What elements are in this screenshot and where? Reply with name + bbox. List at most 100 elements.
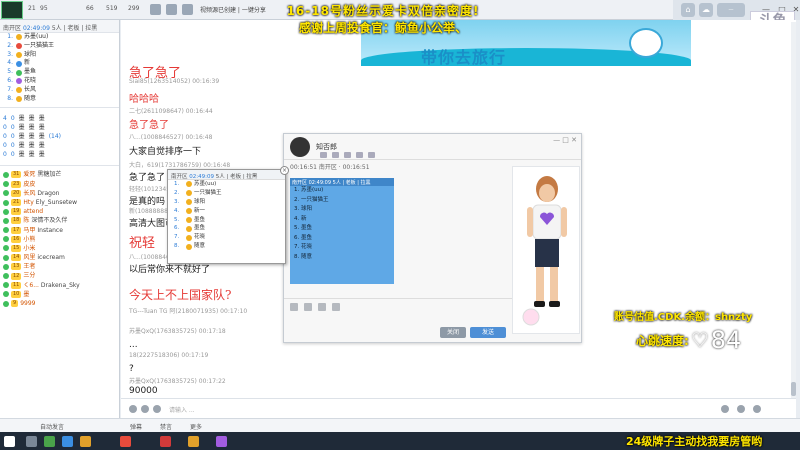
popup-close-icon[interactable]: × (280, 166, 289, 175)
scissors-icon[interactable] (304, 303, 312, 311)
app-icon-5[interactable] (160, 436, 171, 447)
chat-input[interactable]: 请输入 ... (169, 405, 195, 414)
app-icon-3[interactable] (80, 436, 91, 447)
emoji-icon[interactable] (141, 405, 149, 413)
user-row[interactable]: 15 小米 (0, 244, 119, 253)
grid-cell: 墨 (38, 142, 45, 150)
app-avatar[interactable] (290, 136, 310, 157)
heart-rate: 心跳速度: ♡ 84 (636, 326, 741, 354)
user-row[interactable]: 31 爱死 黑糖加芒 (0, 170, 119, 179)
streamer-avatar[interactable] (1, 1, 23, 19)
popup-row[interactable]: 8. 随意 (168, 242, 285, 251)
home-icon[interactable]: ⌂ (681, 3, 695, 17)
send-button[interactable]: 发送 (470, 327, 506, 338)
rank-row[interactable]: 5. 墨鱼 (0, 68, 119, 77)
user-row[interactable]: 23 皮皮 (0, 180, 119, 189)
user-level: 21 (11, 199, 22, 207)
user-row[interactable]: 10 墨 (0, 290, 119, 299)
rank-row[interactable]: 1. 苏墨(uu) (0, 33, 119, 42)
window-button[interactable]: — (717, 3, 745, 17)
rank-row[interactable]: 7. 长风 (0, 86, 119, 95)
close-button[interactable]: 关闭 (440, 327, 466, 338)
screen-icon[interactable] (344, 152, 351, 158)
popup-row[interactable]: 4. 新一 (168, 207, 285, 216)
chat-message: 急了急了 (129, 120, 169, 131)
shared-rank-row: 6. 墨鱼 (294, 234, 312, 241)
scroll-thumb[interactable] (791, 382, 796, 396)
app-icon-7[interactable] (216, 436, 227, 447)
popup-row[interactable]: 3. 球阳 (168, 198, 285, 207)
user-row[interactable]: 11 く6... Drakena_Sky (0, 281, 119, 290)
rank-row[interactable]: 3. 球阳 (0, 51, 119, 60)
popup-row[interactable]: 7. 花晓 (168, 233, 285, 242)
status-item-2[interactable]: 弹幕 (130, 422, 142, 431)
grid-cell: 墨 (28, 151, 35, 159)
chat-scrollbar[interactable] (791, 22, 796, 398)
app-icon-6[interactable] (188, 436, 199, 447)
app-root: 21 95 66 519 299 视频源已创建 | 一键分享 ⌂ ☁ — — □… (0, 0, 800, 450)
chat-meta: 八...(1008846527) 00:16:48 (129, 134, 213, 141)
search-icon[interactable] (26, 436, 37, 447)
popup-row[interactable]: 6. 墨鱼 (168, 224, 285, 233)
history-icon[interactable] (332, 303, 340, 311)
status-bar: 自动发言 弹幕 禁言 更多 (0, 418, 800, 432)
more-icon[interactable] (368, 152, 375, 158)
more-icon[interactable] (753, 405, 761, 413)
grid-cell: 墨 (28, 124, 35, 132)
popup-row[interactable]: 1. 苏墨(uu) (168, 180, 285, 189)
phone-icon[interactable] (320, 152, 327, 158)
share-icon[interactable] (166, 4, 177, 15)
user-row[interactable]: 13 王者 (0, 262, 119, 271)
app-icon-4[interactable] (120, 436, 131, 447)
popup-rank-number: 3. (174, 198, 180, 205)
chat-meta: 18(2227518306) 00:17:19 (129, 352, 209, 359)
folder-icon[interactable] (318, 303, 326, 311)
settings-icon[interactable] (150, 4, 161, 15)
app-window-controls[interactable]: — □ ✕ (553, 136, 577, 144)
user-row[interactable]: 20 长风 Dragon (0, 189, 119, 198)
popup-row[interactable]: 2. 一只猫猫王 (168, 189, 285, 198)
app-icon-2[interactable] (62, 436, 73, 447)
popup-row[interactable]: 5. 墨鱼 (168, 216, 285, 225)
user-badge-icon (3, 273, 9, 280)
rank-row[interactable]: 6. 花晓 (0, 77, 119, 86)
status-item-3[interactable]: 禁言 (160, 422, 172, 431)
app-icon-1[interactable] (44, 436, 55, 447)
user-row[interactable]: 12 三分 (0, 271, 119, 280)
user-row[interactable]: 19 attend (0, 207, 119, 216)
rank-row[interactable]: 2. 一只猫猫王 (0, 42, 119, 51)
rank-number: 7. (7, 85, 13, 93)
grid-cell: 墨 (28, 133, 35, 141)
rank-row[interactable]: 4. 新 (0, 59, 119, 68)
user-row[interactable]: 9 9999 (0, 299, 119, 308)
rank-name: 花晓 (24, 76, 37, 84)
cloud-icon[interactable]: ☁ (699, 3, 713, 17)
user-name: 墨 (23, 290, 30, 298)
image-icon[interactable] (737, 405, 745, 413)
stat-1: 21 (28, 5, 36, 12)
user-row[interactable]: 21 Hty Ely_Sunsetew (0, 198, 119, 207)
user-badge-icon (3, 291, 9, 298)
emoji-icon[interactable] (290, 303, 298, 311)
user-row[interactable]: 17 马甲 Instance (0, 226, 119, 235)
rank-row[interactable]: 8. 随意 (0, 95, 119, 104)
rank-header-rest[interactable]: 5人 | 老板 | 拉黑 (52, 25, 98, 32)
windows-start-icon[interactable] (4, 436, 15, 447)
grid-cell: 0 (10, 151, 15, 159)
user-row[interactable]: 16 小熊 (0, 235, 119, 244)
left-panel: 南开区 02:49:09 5人 | 老板 | 拉黑 1. 苏墨(uu) 2. 一只猫猫… (0, 20, 120, 435)
camera-icon[interactable] (182, 4, 193, 15)
status-item-1[interactable]: 自动发言 (40, 422, 64, 431)
status-item-4[interactable]: 更多 (190, 422, 202, 431)
grid-cell: 0 (3, 151, 7, 159)
keyboard-icon[interactable] (129, 405, 137, 413)
file-icon[interactable] (356, 152, 363, 158)
user-row[interactable]: 14 风里 icecream (0, 253, 119, 262)
video-icon[interactable] (332, 152, 339, 158)
user-level: 16 (11, 235, 22, 243)
gift-icon[interactable] (153, 405, 161, 413)
overlay-line-1: 16-18号粉丝示爱卡双倍亲密度! (286, 4, 480, 18)
user-row[interactable]: 18 陈深情不及久伴 (0, 216, 119, 225)
crown-icon (186, 181, 192, 188)
mic-icon[interactable] (721, 405, 729, 413)
